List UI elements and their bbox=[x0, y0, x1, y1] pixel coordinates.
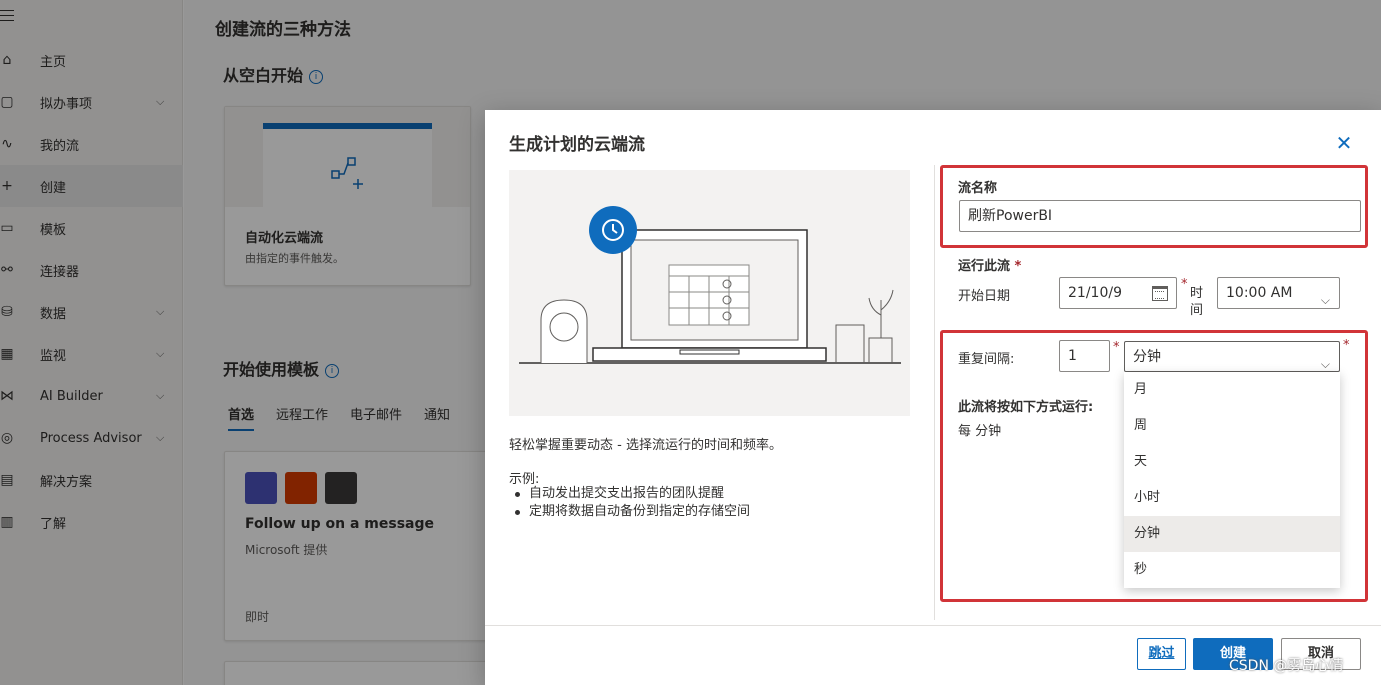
run-summary-label: 此流将按如下方式运行: bbox=[958, 400, 1094, 415]
examples-list: 自动发出提交支出报告的团队提醒 定期将数据自动备份到指定的存储空间 bbox=[509, 485, 750, 521]
example-item: 定期将数据自动备份到指定的存储空间 bbox=[509, 503, 750, 521]
close-icon[interactable]: ✕ bbox=[1335, 133, 1353, 153]
example-item: 自动发出提交支出报告的团队提醒 bbox=[509, 485, 750, 503]
flow-name-label: 流名称 bbox=[958, 181, 998, 196]
required-mark: * bbox=[1113, 340, 1120, 355]
scheduled-flow-dialog: 生成计划的云端流 ✕ 轻松掌握重要动态 - 选择流运行的时间和频率。 示例: 自… bbox=[485, 110, 1381, 685]
chevron-down-icon: ⌵ bbox=[1320, 293, 1330, 307]
required-mark: * bbox=[1343, 338, 1350, 353]
dialog-title: 生成计划的云端流 bbox=[509, 135, 645, 155]
option-month[interactable]: 月 bbox=[1124, 372, 1340, 408]
option-day[interactable]: 天 bbox=[1124, 444, 1340, 480]
time-dropdown[interactable]: 10:00 AM ⌵ bbox=[1217, 277, 1340, 309]
run-summary-value: 每 分钟 bbox=[958, 424, 1002, 439]
skip-button[interactable]: 跳过 bbox=[1137, 638, 1186, 670]
unit-dropdown-menu: 月 周 天 小时 分钟 秒 bbox=[1124, 372, 1340, 588]
option-hour[interactable]: 小时 bbox=[1124, 480, 1340, 516]
start-date-input[interactable]: 21/10/9 bbox=[1059, 277, 1177, 309]
required-mark: * bbox=[1181, 277, 1188, 292]
time-label: 时间 bbox=[1190, 286, 1204, 318]
laptop-clock-illustration bbox=[519, 206, 901, 364]
repeat-label: 重复间隔: bbox=[958, 352, 1015, 367]
unit-dropdown[interactable]: 分钟 ⌵ bbox=[1124, 341, 1340, 372]
calendar-icon[interactable] bbox=[1152, 286, 1168, 301]
illustration bbox=[509, 170, 910, 416]
flow-name-input[interactable]: 刷新PowerBI bbox=[959, 200, 1361, 232]
footer-divider bbox=[485, 625, 1381, 626]
option-second[interactable]: 秒 bbox=[1124, 552, 1340, 588]
divider bbox=[934, 165, 935, 620]
watermark: CSDN @雾岛心情 bbox=[1229, 658, 1344, 674]
run-label: 运行此流 * bbox=[958, 259, 1022, 274]
option-week[interactable]: 周 bbox=[1124, 408, 1340, 444]
interval-input[interactable]: 1 bbox=[1059, 340, 1110, 372]
start-date-label: 开始日期 bbox=[958, 289, 1011, 304]
dialog-description: 轻松掌握重要动态 - 选择流运行的时间和频率。 bbox=[509, 438, 782, 453]
option-minute[interactable]: 分钟 bbox=[1124, 516, 1340, 552]
